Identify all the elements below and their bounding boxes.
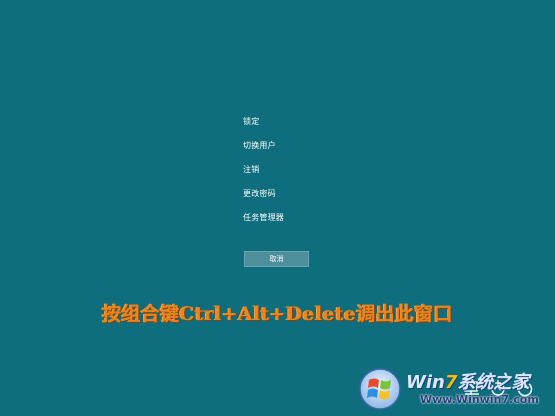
menu-item-task-manager[interactable]: 任务管理器: [243, 210, 383, 234]
watermark-title: Win7系统之家: [406, 372, 530, 393]
watermark-url: Www.Winwin7.com: [420, 393, 539, 406]
menu-item-switch-user[interactable]: 切换用户: [243, 138, 383, 162]
watermark: Win7系统之家 Www.Winwin7.com: [358, 365, 552, 413]
windows-logo-icon: [359, 368, 401, 410]
cancel-button[interactable]: 取消: [244, 251, 309, 267]
security-options-menu: 锁定 切换用户 注销 更改密码 任务管理器: [243, 114, 383, 234]
menu-item-change-password[interactable]: 更改密码: [243, 186, 383, 210]
overlay-caption: 按组合键Ctrl+Alt+Delete调出此窗口: [102, 303, 453, 325]
menu-item-lock[interactable]: 锁定: [243, 114, 383, 138]
menu-item-sign-out[interactable]: 注销: [243, 162, 383, 186]
